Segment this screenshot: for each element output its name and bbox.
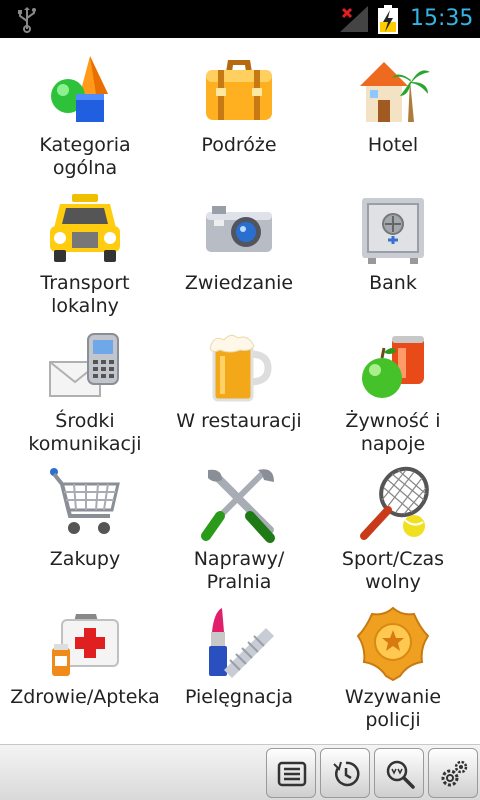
category-label: Bank [369, 272, 417, 294]
category-label: Sport/Czas wolny [341, 548, 445, 593]
category-label: Pielęgnacja [184, 686, 294, 708]
category-pielegnacja[interactable]: Pielęgnacja [159, 590, 319, 728]
category-label: Kategoria ogólna [39, 134, 131, 179]
category-label: Hotel [367, 134, 419, 156]
category-label: Naprawy/ Pralnia [193, 548, 285, 593]
tennis-icon [360, 466, 429, 540]
category-label: W restauracji [176, 410, 302, 432]
clock: 15:35 [410, 6, 474, 31]
safe-icon [362, 198, 424, 264]
category-label: Zwiedzanie [184, 272, 294, 294]
category-podroze[interactable]: Podróże [159, 38, 319, 176]
settings-button[interactable] [428, 748, 478, 798]
category-sport-czas-wolny[interactable]: Sport/Czas wolny [313, 452, 473, 593]
category-kategoria-ogolna[interactable]: Kategoria ogólna [5, 38, 165, 179]
search-button[interactable] [374, 748, 424, 798]
category-transport-lokalny[interactable]: Transport lokalny [5, 176, 165, 317]
apple-can-icon [362, 336, 424, 398]
category-zywnosc-i-napoje[interactable]: Żywność i napoje [313, 314, 473, 455]
list-button[interactable] [266, 748, 316, 798]
shopping-cart-icon [50, 468, 120, 534]
suitcase-icon [206, 60, 272, 120]
settings-icon [441, 760, 468, 787]
category-label: Żywność i napoje [345, 410, 441, 455]
house-palm-icon [360, 62, 430, 122]
phone-envelope-icon [49, 333, 119, 397]
category-label: Transport lokalny [40, 272, 130, 317]
history-icon [333, 761, 360, 787]
tools-icon [201, 469, 275, 543]
taxi-icon [50, 194, 120, 262]
beer-mug-icon [209, 334, 272, 402]
category-zwiedzanie[interactable]: Zwiedzanie [159, 176, 319, 314]
category-label: Zdrowie/Apteka [10, 686, 160, 708]
category-grid: Kategoria ogólna Podróże Hotel Transport… [0, 38, 480, 744]
category-srodki-komunikacji[interactable]: Środki komunikacji [5, 314, 165, 455]
police-badge-icon [356, 606, 430, 682]
shapes-icon [51, 56, 108, 122]
category-label: Podróże [201, 134, 277, 156]
first-aid-kit-icon [52, 614, 119, 676]
camera-icon [206, 206, 272, 252]
bottom-toolbar [0, 744, 480, 800]
status-bar: 15:35 [0, 0, 480, 38]
category-label: Środki komunikacji [28, 410, 142, 455]
history-button[interactable] [320, 748, 370, 798]
category-naprawy-pralnia[interactable]: Naprawy/ Pralnia [159, 452, 319, 593]
category-zdrowie-apteka[interactable]: Zdrowie/Apteka [5, 590, 165, 728]
usb-icon [18, 7, 36, 33]
category-bank[interactable]: Bank [313, 176, 473, 314]
signal-icon [340, 6, 368, 32]
category-wzywanie-policji[interactable]: Wzywanie policji [313, 590, 473, 731]
category-label: Wzywanie policji [344, 686, 442, 731]
category-label: Zakupy [49, 548, 121, 570]
category-w-restauracji[interactable]: W restauracji [159, 314, 319, 452]
list-icon [277, 761, 307, 787]
category-zakupy[interactable]: Zakupy [5, 452, 165, 590]
category-hotel[interactable]: Hotel [313, 38, 473, 176]
lipstick-comb-icon [209, 608, 274, 678]
battery-charging-icon [378, 5, 398, 34]
search-icon [386, 760, 415, 789]
